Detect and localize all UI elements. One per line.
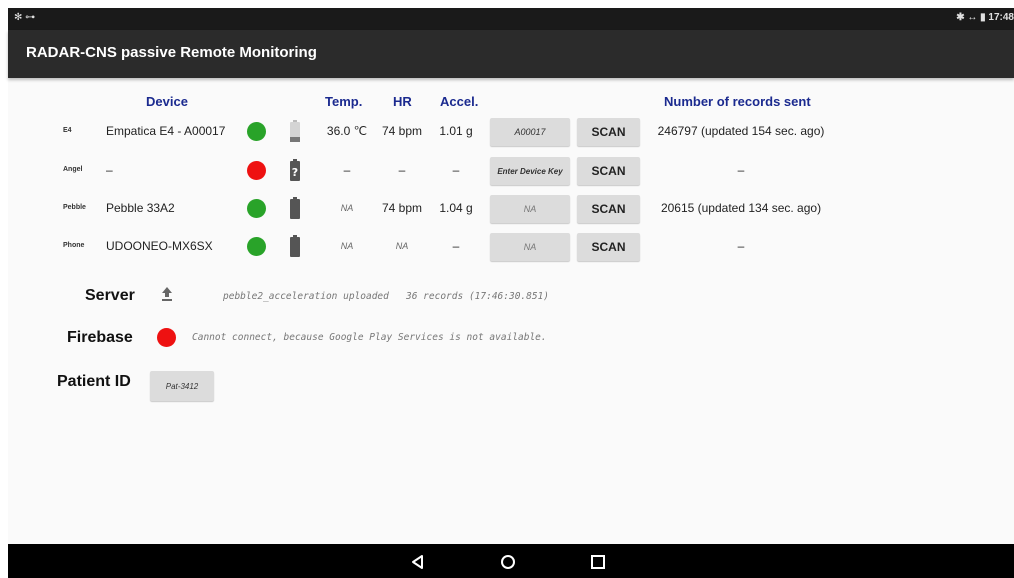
accel-value: 1.04 g — [439, 201, 473, 215]
row-type-label: Pebble — [63, 204, 86, 211]
hr-value: – — [398, 163, 406, 177]
status-right-indicators: ✱ ↔ ▮ 17:48 — [956, 12, 1014, 23]
records-sent: – — [737, 163, 745, 177]
battery-low-icon — [290, 120, 300, 142]
status-left-icons: ✻ ⊶ — [14, 12, 36, 23]
status-indicator — [247, 199, 266, 218]
row-type-label: Angel — [63, 166, 83, 173]
patient-id-label: Patient ID — [57, 373, 131, 390]
accel-value: – — [452, 239, 460, 253]
patient-id-button[interactable]: Pat-3412 — [150, 371, 214, 401]
firebase-status-indicator — [157, 328, 176, 347]
temp-value: NA — [340, 203, 354, 213]
upload-icon — [162, 287, 172, 301]
device-key-button[interactable]: A00017 — [490, 118, 570, 146]
navigation-bar — [8, 544, 1014, 578]
header-accel: Accel. — [440, 94, 479, 109]
scan-button[interactable]: SCAN — [577, 157, 640, 185]
scan-button[interactable]: SCAN — [577, 118, 640, 146]
device-name: Empatica E4 - A00017 — [106, 124, 226, 138]
header-temp: Temp. — [325, 94, 363, 109]
firebase-status-message: Cannot connect, because Google Play Serv… — [192, 332, 547, 343]
app-title: RADAR-CNS passive Remote Monitoring — [26, 44, 317, 61]
content-area — [8, 8, 1014, 544]
app-bar: RADAR-CNS passive Remote Monitoring — [8, 30, 1014, 78]
firebase-label: Firebase — [67, 329, 133, 346]
battery-full-icon — [290, 197, 300, 219]
device-key-button[interactable]: Enter Device Key — [490, 157, 570, 185]
records-sent: 20615 (updated 134 sec. ago) — [660, 201, 822, 215]
scan-button[interactable]: SCAN — [577, 233, 640, 261]
server-status-message: pebble2_acceleration uploaded 36 records… — [223, 291, 550, 302]
records-sent: – — [737, 239, 745, 253]
device-name: Pebble 33A2 — [106, 201, 175, 215]
row-type-label: E4 — [63, 127, 72, 134]
screen-frame: ✻ ⊶ ✱ ↔ ▮ 17:48 RADAR-CNS passive Remote… — [0, 0, 1014, 578]
server-label: Server — [85, 287, 135, 304]
back-icon[interactable] — [408, 552, 428, 572]
status-indicator — [247, 161, 266, 180]
scan-button[interactable]: SCAN — [577, 195, 640, 223]
accel-value: 1.01 g — [439, 124, 473, 138]
temp-value: NA — [340, 241, 354, 251]
header-device: Device — [146, 94, 188, 109]
svg-text:?: ? — [292, 166, 298, 179]
status-indicator — [247, 122, 266, 141]
device-key-button[interactable]: NA — [490, 195, 570, 223]
hr-value: 74 bpm — [381, 201, 423, 215]
battery-unknown-icon: ? — [290, 159, 300, 181]
records-sent: 246797 (updated 154 sec. ago) — [657, 124, 825, 138]
temp-value: 36.0 ℃ — [326, 124, 368, 138]
status-bar: ✻ ⊶ ✱ ↔ ▮ 17:48 — [8, 8, 1014, 30]
header-hr: HR — [393, 94, 412, 109]
recents-icon[interactable] — [588, 552, 608, 572]
home-icon[interactable] — [498, 552, 518, 572]
device-name: UDOONEO-MX6SX — [106, 239, 213, 253]
temp-value: – — [343, 163, 351, 177]
row-type-label: Phone — [63, 242, 85, 249]
battery-full-icon — [290, 235, 300, 257]
device-key-button[interactable]: NA — [490, 233, 570, 261]
hr-value: NA — [395, 241, 409, 251]
device-name: – — [106, 163, 113, 177]
header-records: Number of records sent — [664, 94, 811, 109]
hr-value: 74 bpm — [381, 124, 423, 138]
status-indicator — [247, 237, 266, 256]
accel-value: – — [452, 163, 460, 177]
